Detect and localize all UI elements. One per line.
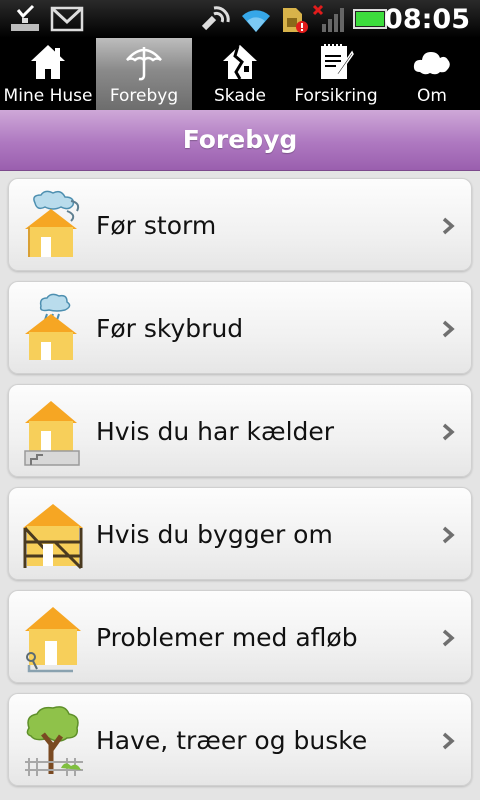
chevron-right-icon <box>442 732 455 750</box>
gmail-icon <box>50 6 84 32</box>
item-label: Hvis du bygger om <box>96 520 333 549</box>
list-item-have-traeer-og-buske[interactable]: Have, træer og buske <box>8 693 472 786</box>
house-scaffold-icon <box>23 504 83 570</box>
section-header: Forebyg <box>0 110 480 171</box>
tree-fence-icon <box>25 706 83 776</box>
tab-mine-huse[interactable]: Mine Huse <box>0 38 96 110</box>
item-label: Hvis du har kælder <box>96 417 335 446</box>
umbrella-icon <box>126 47 162 81</box>
item-label: Før skybrud <box>96 314 244 343</box>
chevron-right-icon <box>442 423 455 441</box>
wifi-icon <box>242 10 270 32</box>
item-label: Have, træer og buske <box>96 726 368 755</box>
clock: 08:05 <box>384 4 470 35</box>
download-done-icon <box>11 4 39 31</box>
chevron-right-icon <box>442 526 455 544</box>
list-item-problemer-med-afloeb[interactable]: Problemer med afløb <box>8 590 472 683</box>
tab-label: Forebyg <box>109 86 179 106</box>
status-bar: 08:05 <box>0 0 480 38</box>
no-signal-icon <box>312 4 344 32</box>
tab-forebyg[interactable]: Forebyg <box>96 38 192 110</box>
tab-forsikring[interactable]: Forsikring <box>288 38 384 110</box>
chevron-right-icon <box>442 629 455 647</box>
list-item-foer-storm[interactable]: Før storm <box>8 178 472 271</box>
broken-house-icon <box>223 45 257 80</box>
item-label: Problemer med afløb <box>96 623 358 652</box>
document-pen-icon <box>321 44 354 79</box>
cloud-icon <box>413 52 450 75</box>
chevron-right-icon <box>442 217 455 235</box>
house-basement-icon <box>24 401 80 466</box>
tab-label: Mine Huse <box>3 86 93 106</box>
page-title: Forebyg <box>182 125 298 154</box>
tab-label: Om <box>417 86 447 106</box>
list-item-hvis-du-har-kaelder[interactable]: Hvis du har kælder <box>8 384 472 477</box>
tab-label: Forsikring <box>294 86 378 106</box>
tab-om[interactable]: Om <box>384 38 480 110</box>
item-label: Før storm <box>96 211 217 240</box>
house-storm-icon <box>25 190 80 257</box>
sim-alert-icon <box>283 8 308 33</box>
house-drain-icon <box>25 607 81 673</box>
gps-icon <box>201 6 230 31</box>
list-item-hvis-du-bygger-om[interactable]: Hvis du bygger om <box>8 487 472 580</box>
house-rain-icon <box>25 293 77 360</box>
tab-label: Skade <box>213 86 266 106</box>
tab-skade[interactable]: Skade <box>192 38 288 110</box>
chevron-right-icon <box>442 320 455 338</box>
house-icon <box>31 45 65 79</box>
tab-bar: Mine Huse Forebyg Skade Forsikring Om <box>0 38 480 110</box>
list-item-foer-skybrud[interactable]: Før skybrud <box>8 281 472 374</box>
